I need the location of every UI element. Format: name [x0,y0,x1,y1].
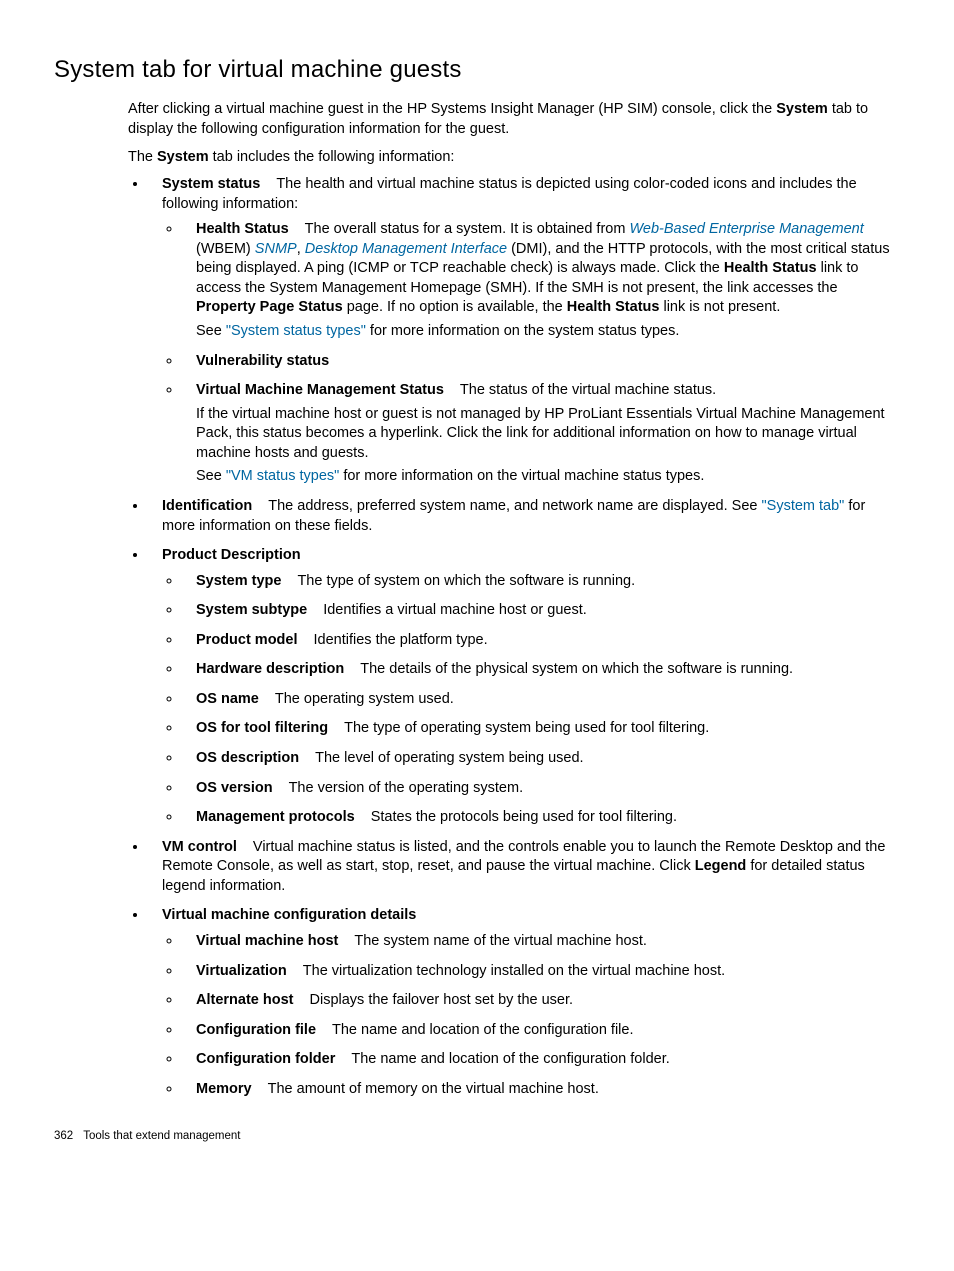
list-item: Alternate hostDisplays the failover host… [182,991,894,1011]
link-dmi[interactable]: Desktop Management Interface [305,241,507,257]
intro-paragraph-2: The System tab includes the following in… [128,148,894,168]
list-item: System typeThe type of system on which t… [182,572,894,592]
body-content: After clicking a virtual machine guest i… [128,100,894,1099]
see-vm-status-types: See "VM status types" for more informati… [196,467,894,487]
list-item-health-status: Health StatusThe overall status for a sy… [182,220,894,341]
footer-title: Tools that extend management [83,1130,240,1142]
term-product-description: Product Description [162,547,301,563]
page-number: 362 [54,1130,73,1142]
list-item-product-description: Product Description System typeThe type … [148,546,894,828]
term-health-status: Health Status [196,221,289,237]
list-item-vulnerability-status: Vulnerability status [182,352,894,372]
list-item: OS descriptionThe level of operating sys… [182,749,894,769]
list-item: Product modelIdentifies the platform typ… [182,631,894,651]
list-item-identification: IdentificationThe address, preferred sys… [148,497,894,536]
list-item: OS versionThe version of the operating s… [182,779,894,799]
link-system-status-types[interactable]: "System status types" [226,323,366,339]
term-vm-control: VM control [162,839,237,855]
list-item: Configuration folderThe name and locatio… [182,1050,894,1070]
list-item: Virtual machine hostThe system name of t… [182,932,894,952]
term-identification: Identification [162,498,252,514]
list-item-vm-control: VM controlVirtual machine status is list… [148,838,894,897]
list-item: Hardware descriptionThe details of the p… [182,660,894,680]
list-item: OS for tool filteringThe type of operati… [182,719,894,739]
list-item: Management protocolsStates the protocols… [182,808,894,828]
term-vulnerability-status: Vulnerability status [196,353,329,369]
page-footer: 362 Tools that extend management [54,1129,894,1145]
list-item-system-status: System statusThe health and virtual mach… [148,175,894,487]
term-vm-management-status: Virtual Machine Management Status [196,382,444,398]
list-item-vm-config-details: Virtual machine configuration details Vi… [148,906,894,1099]
page-heading: System tab for virtual machine guests [54,54,894,86]
see-system-status-types: See "System status types" for more infor… [196,322,894,342]
list-item: OS nameThe operating system used. [182,690,894,710]
list-item: VirtualizationThe virtualization technol… [182,962,894,982]
link-wbem[interactable]: Web-Based Enterprise Management [629,221,863,237]
list-item: Configuration fileThe name and location … [182,1021,894,1041]
link-snmp[interactable]: SNMP [255,241,297,257]
list-item: System subtypeIdentifies a virtual machi… [182,601,894,621]
link-vm-status-types[interactable]: "VM status types" [226,468,339,484]
list-item: MemoryThe amount of memory on the virtua… [182,1080,894,1100]
vmms-paragraph: If the virtual machine host or guest is … [196,405,894,464]
term-system-status: System status [162,176,260,192]
term-vm-config-details: Virtual machine configuration details [162,907,416,923]
intro-paragraph-1: After clicking a virtual machine guest i… [128,100,894,139]
link-system-tab[interactable]: "System tab" [762,498,845,514]
list-item-vm-management-status: Virtual Machine Management StatusThe sta… [182,381,894,487]
